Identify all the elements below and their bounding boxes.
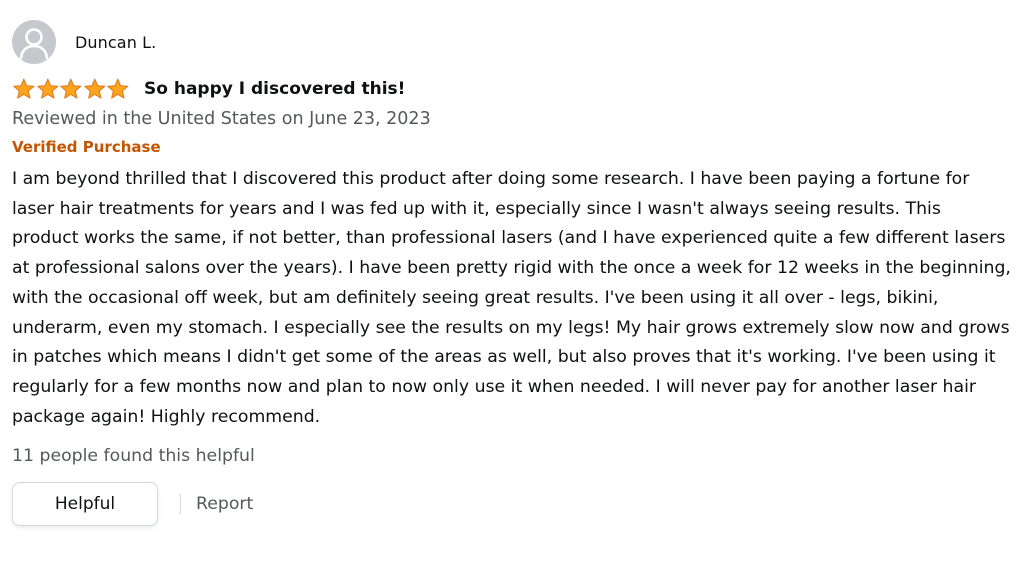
review-card: Duncan L. So happy I discovered this! Re… [12,20,1012,527]
reviewer-name[interactable]: Duncan L. [75,33,156,52]
reviewer-profile[interactable]: Duncan L. [12,20,1012,64]
report-link[interactable]: Report [196,494,253,514]
avatar[interactable] [12,20,56,64]
star-icon [36,78,60,100]
star-rating[interactable] [12,78,131,100]
helpful-button-label: Helpful [54,494,116,515]
star-icon [83,78,107,100]
helpful-count: 11 people found this helpful [12,446,255,467]
review-body: I am beyond thrilled that I discovered t… [12,169,1011,427]
review-title[interactable]: So happy I discovered this! [144,79,405,99]
star-icon [59,78,83,100]
person-silhouette-icon [12,20,56,64]
verified-purchase-badge[interactable]: Verified Purchase [12,137,1012,157]
helpful-button[interactable]: Helpful [12,482,158,527]
review-actions: Helpful Report [12,482,1012,527]
star-icon [106,78,130,100]
star-icon [12,78,36,100]
action-divider [180,494,181,515]
review-date: Reviewed in the United States on June 23… [12,109,431,129]
review-title-row: So happy I discovered this! [12,76,1012,102]
